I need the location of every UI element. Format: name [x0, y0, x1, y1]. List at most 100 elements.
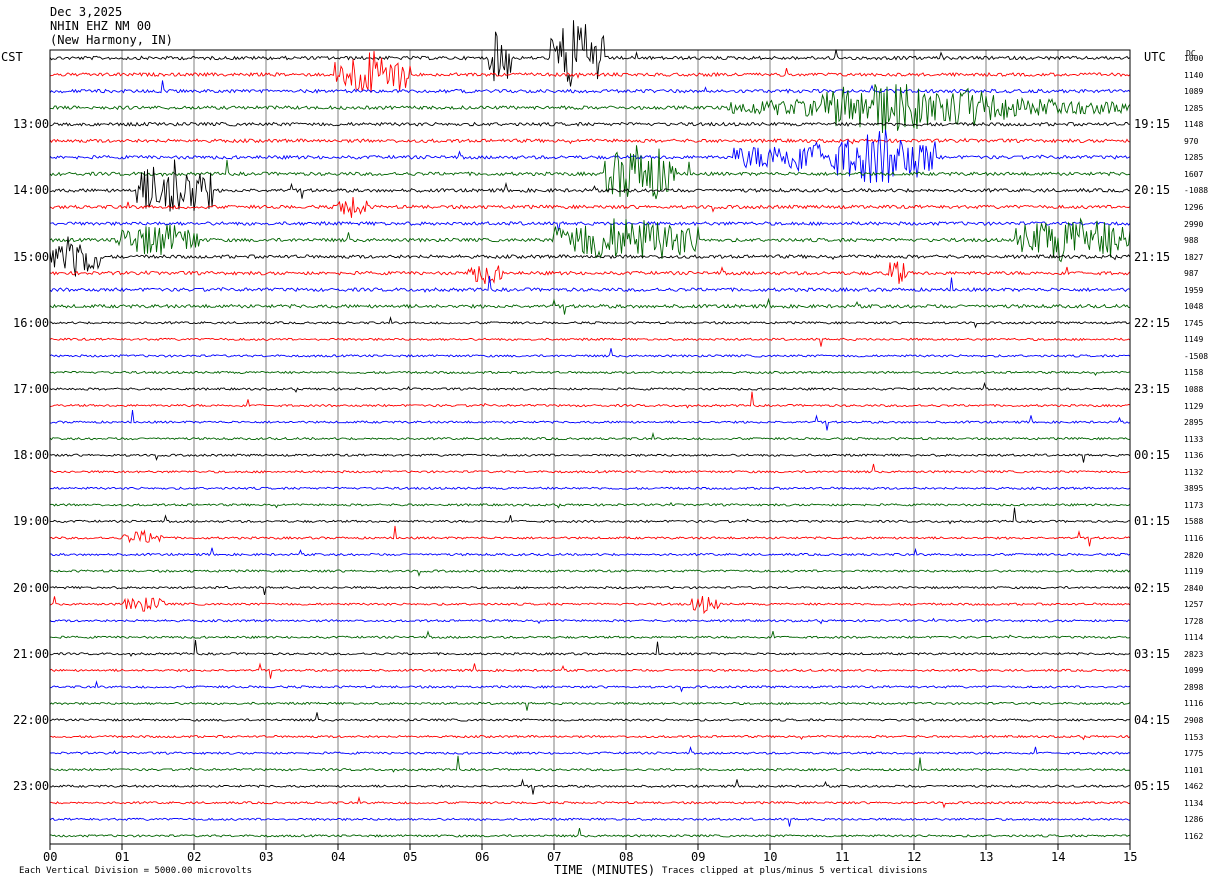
header-date: Dec 3,2025 — [50, 5, 123, 19]
trace-28 — [49, 507, 1131, 525]
dc-offset-label: 2823 — [1184, 649, 1204, 659]
trace-39 — [49, 701, 1131, 711]
trace-26 — [49, 486, 1131, 491]
dc-offset-label: 1129 — [1184, 401, 1204, 411]
dc-offset-label: 1607 — [1184, 169, 1204, 179]
trace-21 — [49, 391, 1131, 409]
x-tick-label: 14 — [1051, 850, 1066, 864]
dc-offset-label: 987 — [1184, 269, 1199, 279]
dc-offset-label: 1588 — [1184, 517, 1204, 527]
dc-offset-label: 1149 — [1184, 335, 1204, 345]
header-station: NHIN EHZ NM 00 — [50, 19, 152, 33]
dc-offset-label: 1099 — [1184, 666, 1204, 676]
dc-offset-label: 1140 — [1184, 70, 1204, 80]
x-tick-label: 07 — [547, 850, 562, 864]
right-hour-label: 05:15 — [1134, 779, 1171, 794]
x-tick-label: 10 — [763, 850, 778, 864]
x-tick-label: 08 — [619, 850, 634, 864]
left-hour-label: 21:00 — [13, 646, 50, 661]
dc-offset-label: 1000 — [1184, 54, 1204, 63]
trace-46 — [49, 817, 1131, 827]
dc-offset-label: -1088 — [1184, 186, 1209, 196]
x-axis-title: TIME (MINUTES) — [554, 863, 656, 877]
trace-14 — [49, 275, 1131, 293]
dc-offset-label: 2840 — [1184, 583, 1204, 593]
header-location: (New Harmony, IN) — [50, 33, 173, 47]
dc-offset-label: 1775 — [1184, 749, 1204, 759]
right-hour-label: 02:15 — [1134, 580, 1171, 595]
x-tick-label: 13 — [979, 850, 994, 864]
trace-22 — [50, 409, 1131, 431]
trace-18 — [49, 348, 1131, 358]
trace-47 — [49, 828, 1131, 838]
trace-30 — [49, 547, 1131, 557]
trace-12 — [49, 236, 1131, 277]
left-hour-label: 22:00 — [13, 713, 50, 727]
dc-offset-label: 1162 — [1184, 831, 1204, 841]
trace-38 — [49, 680, 1131, 693]
dc-offset-label: 1959 — [1184, 285, 1204, 295]
dc-offset-label: 2898 — [1184, 682, 1204, 692]
trace-19 — [49, 370, 1131, 376]
trace-5 — [49, 137, 1131, 145]
trace-25 — [49, 463, 1131, 474]
dc-offset-label: 1462 — [1184, 782, 1204, 792]
left-hour-label: 17:00 — [13, 382, 50, 396]
left-hour-label: 13:00 — [13, 117, 50, 132]
x-tick-label: 01 — [115, 850, 130, 864]
dc-offset-label: 1132 — [1184, 467, 1204, 477]
dc-offset-label: 1827 — [1184, 252, 1204, 262]
dc-offset-label: 2820 — [1184, 550, 1204, 560]
left-hour-label: 23:00 — [13, 779, 50, 794]
trace-10 — [49, 221, 1131, 231]
dc-offset-label: 1134 — [1184, 798, 1204, 808]
right-zone-label: UTC — [1144, 50, 1166, 64]
dc-offset-label: 1153 — [1184, 732, 1204, 742]
dc-offset-label: 3895 — [1184, 484, 1204, 494]
dc-offset-label: 2990 — [1184, 219, 1204, 229]
trace-37 — [49, 662, 1131, 679]
x-tick-label: 00 — [43, 850, 58, 864]
dc-offset-label: 1114 — [1184, 633, 1204, 643]
dc-offset-label: 1286 — [1184, 815, 1204, 825]
dc-offset-label: 2895 — [1184, 418, 1204, 428]
x-tick-label: 15 — [1123, 850, 1138, 864]
dc-offset-label: 1745 — [1184, 318, 1204, 328]
dc-offset-label: 1116 — [1184, 699, 1204, 709]
dc-offset-label: 1136 — [1184, 451, 1204, 461]
trace-33 — [49, 596, 1131, 615]
trace-34 — [49, 617, 1131, 625]
dc-offset-label: 988 — [1184, 236, 1199, 246]
trace-13 — [49, 261, 1131, 285]
right-hour-label: 03:15 — [1134, 646, 1171, 661]
trace-20 — [49, 381, 1131, 393]
x-tick-label: 04 — [331, 850, 346, 864]
left-hour-label: 20:00 — [13, 580, 50, 595]
x-tick-label: 02 — [187, 850, 202, 864]
dc-offset-label: 1173 — [1184, 500, 1204, 510]
dc-offset-label: 1728 — [1184, 616, 1204, 626]
left-hour-label: 14:00 — [13, 183, 50, 198]
dc-offset-label: -1508 — [1184, 351, 1209, 361]
right-hour-label: 01:15 — [1134, 514, 1171, 529]
trace-23 — [49, 431, 1131, 441]
trace-27 — [49, 501, 1131, 509]
trace-40 — [49, 712, 1131, 722]
x-axis-ticks — [49, 844, 1131, 850]
dc-offset-label: 970 — [1184, 136, 1199, 146]
right-hour-label: 00:15 — [1134, 448, 1171, 463]
dc-offset-label: 1133 — [1184, 434, 1204, 444]
right-hour-label: 22:15 — [1134, 315, 1171, 330]
left-zone-label: CST — [1, 50, 23, 64]
x-tick-label: 09 — [691, 850, 706, 864]
dc-offset-label: 1119 — [1184, 567, 1204, 577]
trace-0 — [49, 20, 1131, 87]
right-hour-label: 04:15 — [1134, 713, 1171, 727]
trace-29 — [49, 525, 1131, 547]
trace-35 — [49, 630, 1131, 640]
trace-15 — [49, 297, 1131, 315]
right-hour-label: 23:15 — [1134, 382, 1171, 396]
trace-31 — [49, 569, 1131, 577]
x-tick-label: 05 — [403, 850, 418, 864]
left-hour-label: 15:00 — [13, 249, 50, 264]
